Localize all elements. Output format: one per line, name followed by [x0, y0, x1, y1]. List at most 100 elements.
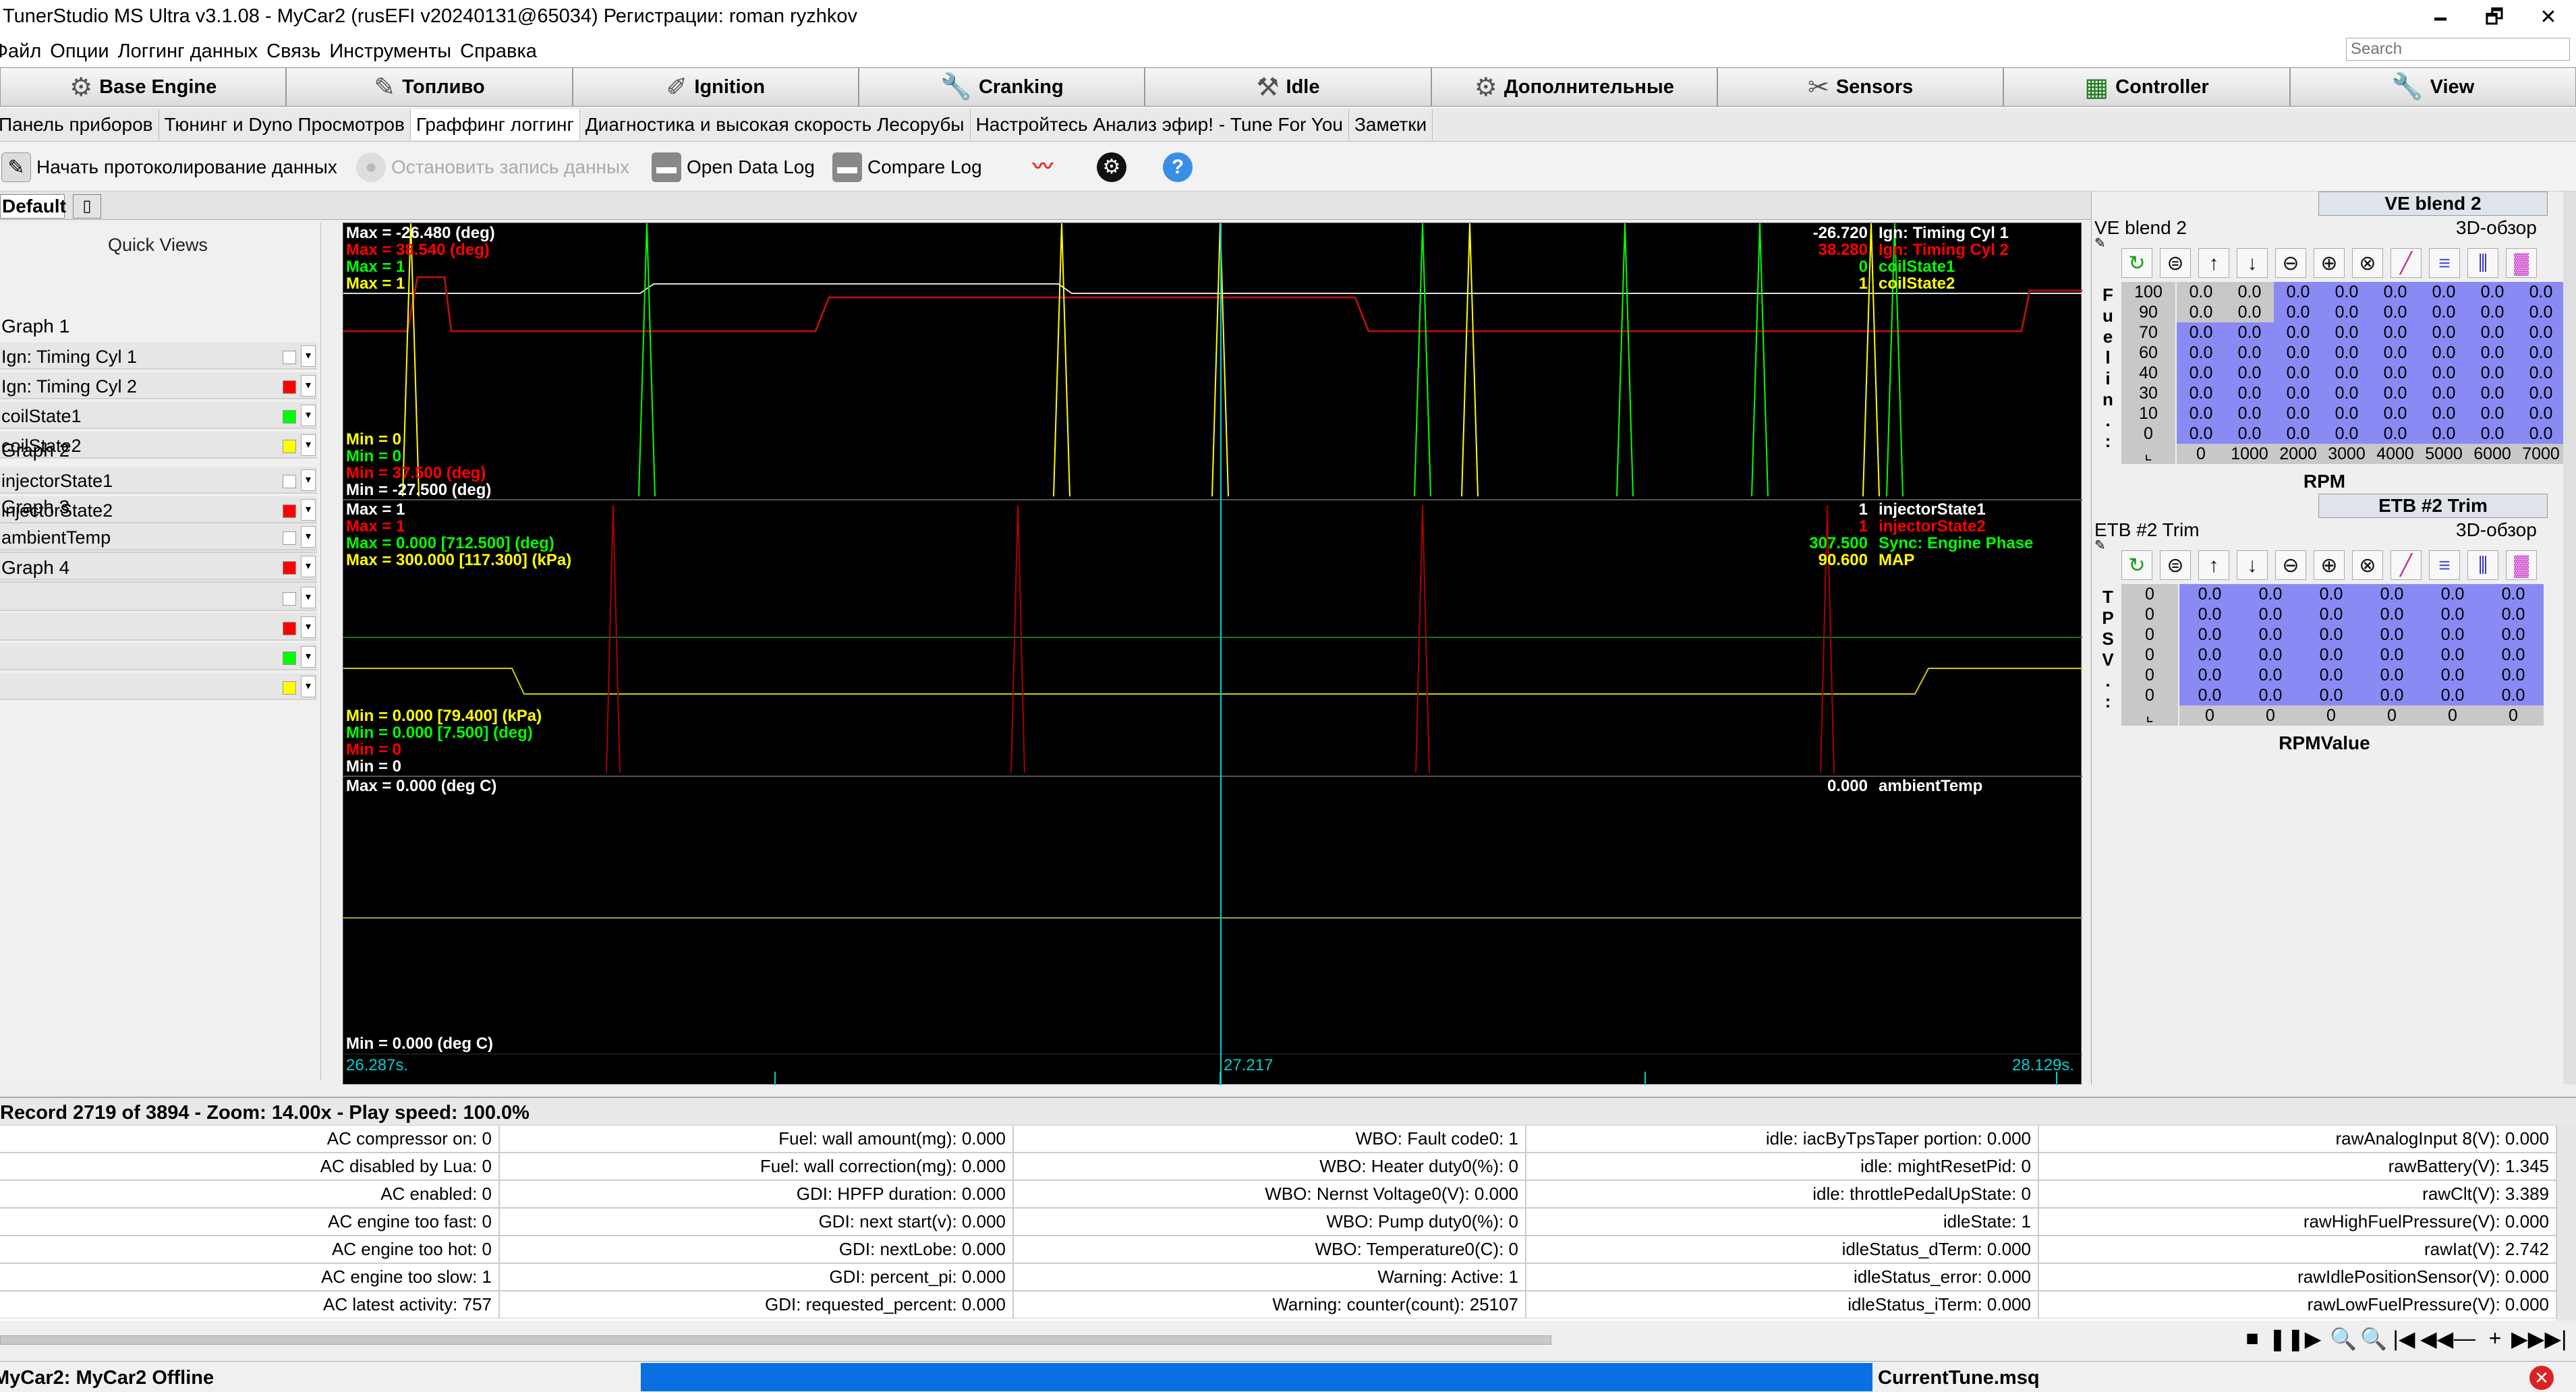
menu-tools[interactable]: Инструменты: [329, 36, 451, 66]
menu-data-logging[interactable]: Логгинг данных: [118, 36, 258, 66]
tab-tune-analyze[interactable]: Настройтесь Анализ эфир! - Tune For You: [971, 109, 1350, 140]
y-bin-cell[interactable]: 100: [2121, 282, 2175, 302]
trace-color-swatch[interactable]: [283, 410, 296, 424]
minimize-button[interactable]: 🗕: [2413, 3, 2467, 32]
chevron-down-icon[interactable]: ▾: [301, 616, 316, 638]
table-cell[interactable]: 0.0: [2362, 685, 2422, 705]
arrow-down-icon[interactable]: ↓: [2237, 248, 2268, 278]
trace-color-swatch[interactable]: [283, 592, 296, 606]
table-cell[interactable]: 0.0: [2274, 282, 2322, 302]
table-cell[interactable]: 0.0: [2177, 343, 2225, 363]
compare-log-button[interactable]: ▬ Compare Log: [832, 150, 982, 185]
table-cell[interactable]: 0.0: [2225, 322, 2274, 343]
table-cell[interactable]: 0.0: [2274, 322, 2322, 343]
table-cell[interactable]: 0.0: [2468, 302, 2517, 322]
chevron-down-icon[interactable]: ▾: [301, 375, 316, 397]
table-cell[interactable]: 0.0: [2322, 424, 2371, 444]
menu-help[interactable]: Справка: [460, 36, 537, 66]
table-cell[interactable]: 0.0: [2517, 282, 2565, 302]
table-cell[interactable]: 0.0: [2240, 665, 2301, 685]
clear-icon[interactable]: ⊗: [2352, 248, 2383, 278]
table-cell[interactable]: 0.0: [2468, 403, 2517, 424]
trace-color-swatch[interactable]: [283, 531, 296, 545]
table-cell[interactable]: 0.0: [2371, 322, 2420, 343]
arrow-down-icon[interactable]: ↓: [2237, 550, 2268, 580]
y-bin-cell[interactable]: 30: [2121, 383, 2175, 403]
table-cell[interactable]: 0.0: [2483, 625, 2544, 645]
pen-icon[interactable]: ╱: [2391, 248, 2422, 278]
chart-button[interactable]: 〰: [1028, 150, 1058, 185]
table-cell[interactable]: 0.0: [2274, 383, 2322, 403]
chevron-down-icon[interactable]: ▾: [301, 676, 316, 697]
table-cell[interactable]: 0.0: [2362, 604, 2422, 625]
view-3d-toggle[interactable]: 3D-обзор: [2456, 217, 2537, 239]
table-cell[interactable]: 0.0: [2420, 383, 2468, 403]
zoom-out-icon[interactable]: 🔍: [2329, 1326, 2357, 1352]
table-cell[interactable]: 0.0: [2225, 424, 2274, 444]
table-cell[interactable]: 0.0: [2483, 604, 2544, 625]
graph-trace-row[interactable]: Ign: Timing Cyl 1 ▾: [0, 343, 317, 370]
table-cell[interactable]: 0.0: [2371, 343, 2420, 363]
table-cell[interactable]: 0.0: [2468, 343, 2517, 363]
x-bin-cell[interactable]: 0: [2483, 705, 2544, 726]
chevron-down-icon[interactable]: ▾: [301, 405, 316, 426]
table-cell[interactable]: 0.0: [2362, 584, 2422, 604]
x-bin-cell[interactable]: 1000: [2225, 444, 2274, 464]
table-cell[interactable]: 0.0: [2468, 322, 2517, 343]
tab-graphing-logging[interactable]: Граффинг логгинг: [410, 109, 580, 140]
edit-icon[interactable]: ✎: [2094, 235, 2106, 252]
table-cell[interactable]: 0.0: [2371, 424, 2420, 444]
y-bin-cell[interactable]: 0: [2121, 584, 2178, 604]
rewind-icon[interactable]: ◀◀: [2420, 1326, 2453, 1352]
minus-icon[interactable]: —: [2451, 1326, 2479, 1351]
table-cell[interactable]: 0.0: [2371, 403, 2420, 424]
columns-icon[interactable]: ⫼: [2467, 248, 2498, 278]
y-bin-cell[interactable]: 0: [2121, 685, 2178, 705]
plus-icon[interactable]: +: [2481, 1326, 2509, 1351]
table-cell[interactable]: 0.0: [2322, 322, 2371, 343]
table-cell[interactable]: 0.0: [2301, 645, 2362, 665]
table-cell[interactable]: 0.0: [2517, 403, 2565, 424]
table-cell[interactable]: 0.0: [2422, 685, 2483, 705]
open-data-log-button[interactable]: ▬ Open Data Log: [652, 150, 815, 185]
tab-default[interactable]: Default: [0, 194, 66, 219]
trace-color-swatch[interactable]: [283, 622, 296, 635]
tab-idle[interactable]: ⚒ Idle: [1145, 67, 1431, 107]
table-cell[interactable]: 0.0: [2362, 625, 2422, 645]
table-cell[interactable]: 0.0: [2301, 584, 2362, 604]
table-cell[interactable]: 0.0: [2179, 584, 2240, 604]
table-cell[interactable]: 0.0: [2225, 343, 2274, 363]
stop-logging-button[interactable]: ● Остановить запись данных: [356, 150, 629, 185]
table-cell[interactable]: 0.0: [2517, 363, 2565, 383]
equals-icon[interactable]: ⊜: [2160, 248, 2191, 278]
minus-icon[interactable]: ⊖: [2275, 550, 2306, 580]
y-bin-cell[interactable]: 70: [2121, 322, 2175, 343]
close-button[interactable]: ✕: [2521, 3, 2575, 32]
playback-scroll[interactable]: [0, 1335, 1551, 1345]
play-icon[interactable]: ▶: [2299, 1326, 2327, 1352]
chevron-down-icon[interactable]: ▾: [301, 469, 316, 491]
table-cell[interactable]: 0.0: [2301, 665, 2362, 685]
table-cell[interactable]: 0.0: [2420, 282, 2468, 302]
table-cell[interactable]: 0.0: [2179, 685, 2240, 705]
table-cell[interactable]: 0.0: [2225, 383, 2274, 403]
trace-color-swatch[interactable]: [283, 475, 296, 488]
trace-color-swatch[interactable]: [283, 351, 296, 364]
graph-panel[interactable]: Max = -26.480 (deg) Max = 38.540 (deg) Max…: [343, 223, 2082, 1085]
table-cell[interactable]: 0.0: [2240, 685, 2301, 705]
table-cell[interactable]: 0.0: [2517, 343, 2565, 363]
graph-trace-row[interactable]: ▾: [0, 584, 317, 611]
refresh-icon[interactable]: ↻: [2121, 550, 2152, 580]
tab-tuning-dyno[interactable]: Тюнинг и Dyno Просмотров: [159, 109, 411, 140]
table-cell[interactable]: 0.0: [2322, 282, 2371, 302]
table-cell[interactable]: 0.0: [2301, 625, 2362, 645]
table-cell[interactable]: 0.0: [2225, 363, 2274, 383]
minus-icon[interactable]: ⊖: [2275, 248, 2306, 278]
table-cell[interactable]: 0.0: [2322, 363, 2371, 383]
plus-icon[interactable]: ⊕: [2314, 550, 2345, 580]
tab-view[interactable]: 🔧 View: [2289, 67, 2576, 107]
arrow-up-icon[interactable]: ↑: [2198, 248, 2229, 278]
trace-color-swatch[interactable]: [283, 380, 296, 394]
x-bin-cell[interactable]: 0: [2422, 705, 2483, 726]
arrow-up-icon[interactable]: ↑: [2198, 550, 2229, 580]
